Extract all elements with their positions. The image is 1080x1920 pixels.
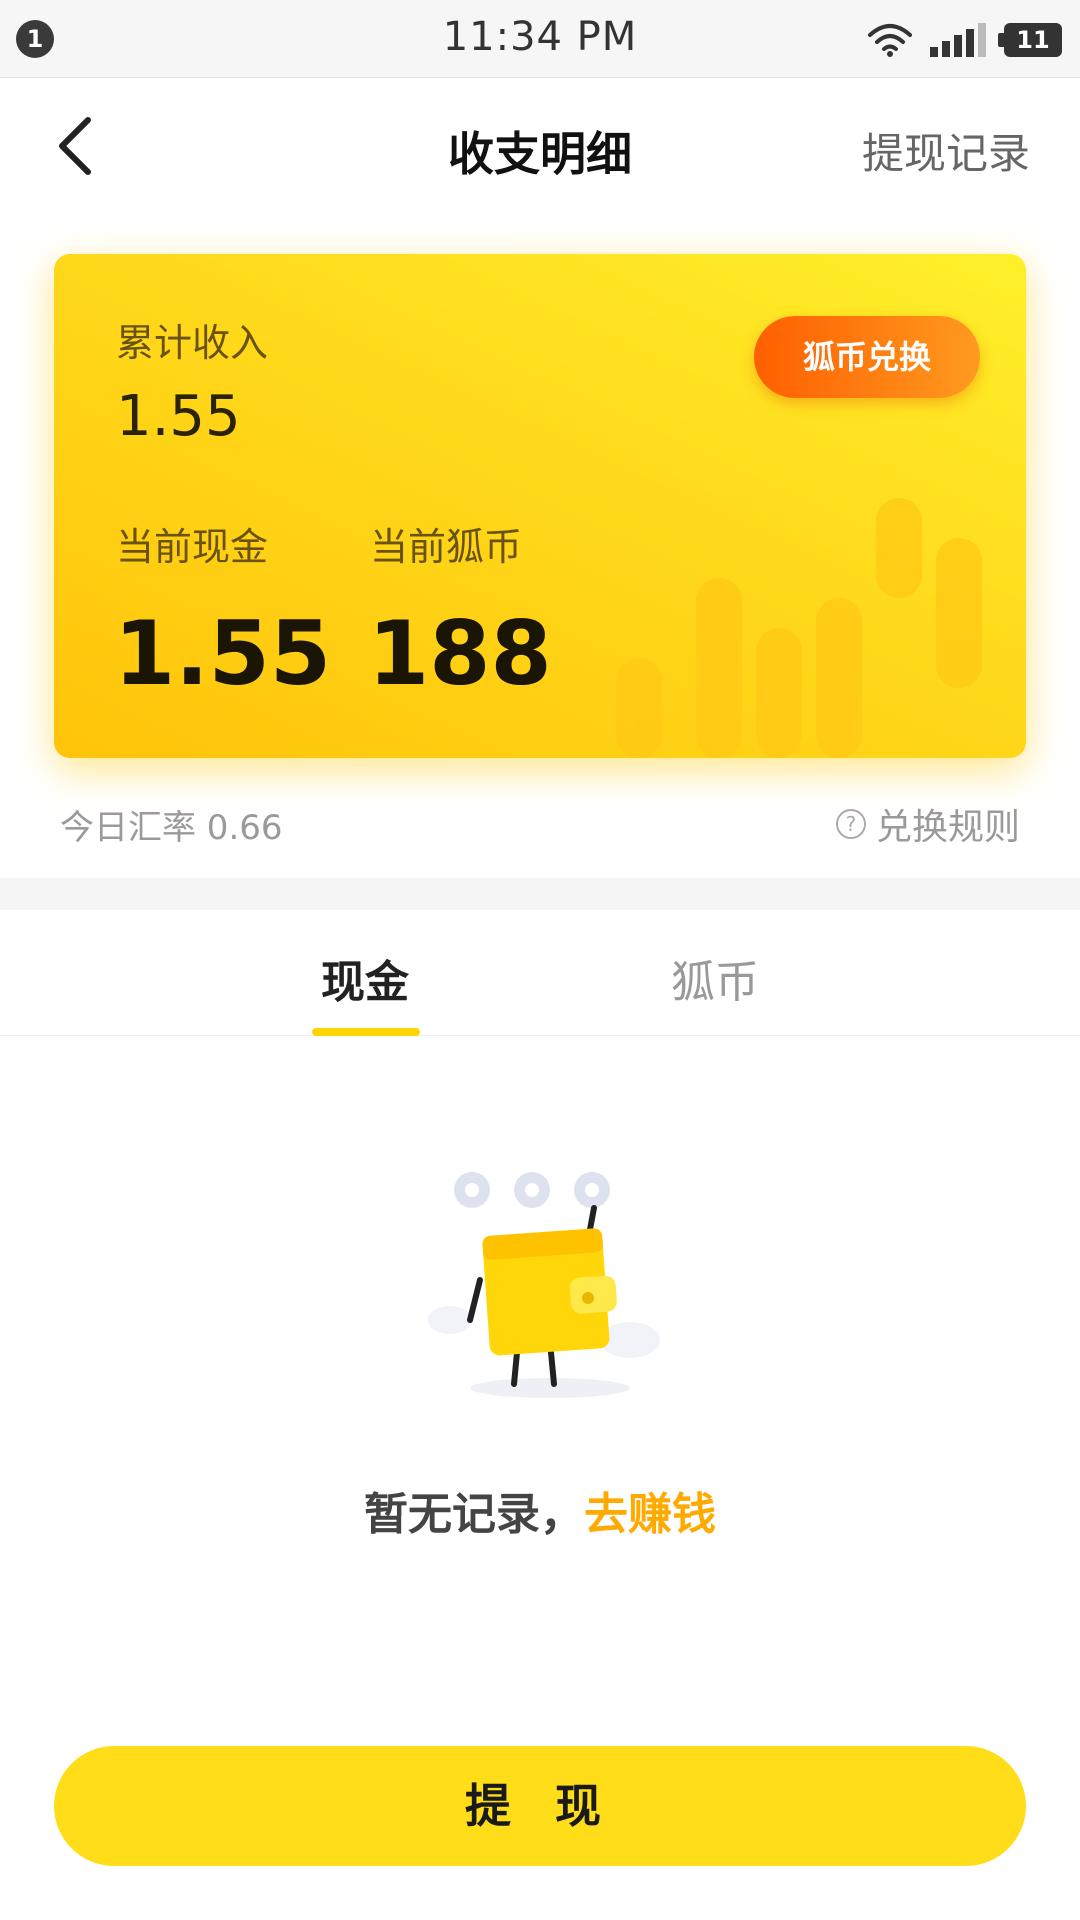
summary-card: 累计收入 1.55 狐币兑换 当前现金 1.55 当前狐币 188 xyxy=(54,254,1026,758)
exchange-rules-label: 兑换规则 xyxy=(875,807,1020,848)
coin-exchange-button[interactable]: 狐币兑换 xyxy=(754,316,980,398)
empty-state-text: 暂无记录， xyxy=(364,1489,584,1540)
earn-money-link[interactable]: 去赚钱 xyxy=(584,1489,716,1540)
tab-coins[interactable]: 狐币 xyxy=(615,946,815,1010)
wallet-character-illustration xyxy=(428,1172,660,1398)
battery-icon: 11 xyxy=(998,23,1062,57)
tab-bar: 现金 狐币 xyxy=(0,910,1080,1036)
navigation-bar: 收支明细 提现记录 xyxy=(0,78,1080,212)
withdraw-button[interactable]: 提 现 xyxy=(54,1746,1026,1866)
withdraw-history-link[interactable]: 提现记录 xyxy=(862,120,1030,181)
status-icons: 11 xyxy=(868,18,1062,62)
empty-state-message: 暂无记录，去赚钱 xyxy=(0,1478,1080,1542)
total-income-value: 1.55 xyxy=(116,384,241,449)
section-divider xyxy=(0,878,1080,910)
question-circle-icon: ? xyxy=(835,809,866,839)
page: 1 11:34 PM 11 收支明细 提现记录 累计收入 1.55 狐币兑换 当… xyxy=(0,0,1080,1920)
exchange-rate: 今日汇率 0.66 xyxy=(60,808,283,848)
current-cash-label: 当前现金 xyxy=(116,525,269,569)
status-bar: 1 11:34 PM 11 xyxy=(0,0,1080,78)
total-income-label: 累计收入 xyxy=(116,321,269,365)
current-cash-value: 1.55 xyxy=(114,602,332,705)
signal-icon xyxy=(930,23,986,57)
current-coins-label: 当前狐币 xyxy=(370,525,523,569)
active-tab-indicator xyxy=(312,1028,420,1036)
current-coins-value: 188 xyxy=(368,602,552,705)
tab-cash[interactable]: 现金 xyxy=(265,946,465,1010)
card-decoration xyxy=(616,498,982,758)
exchange-rules-link[interactable]: ? 兑换规则 xyxy=(835,798,1020,850)
wifi-icon xyxy=(868,24,912,57)
